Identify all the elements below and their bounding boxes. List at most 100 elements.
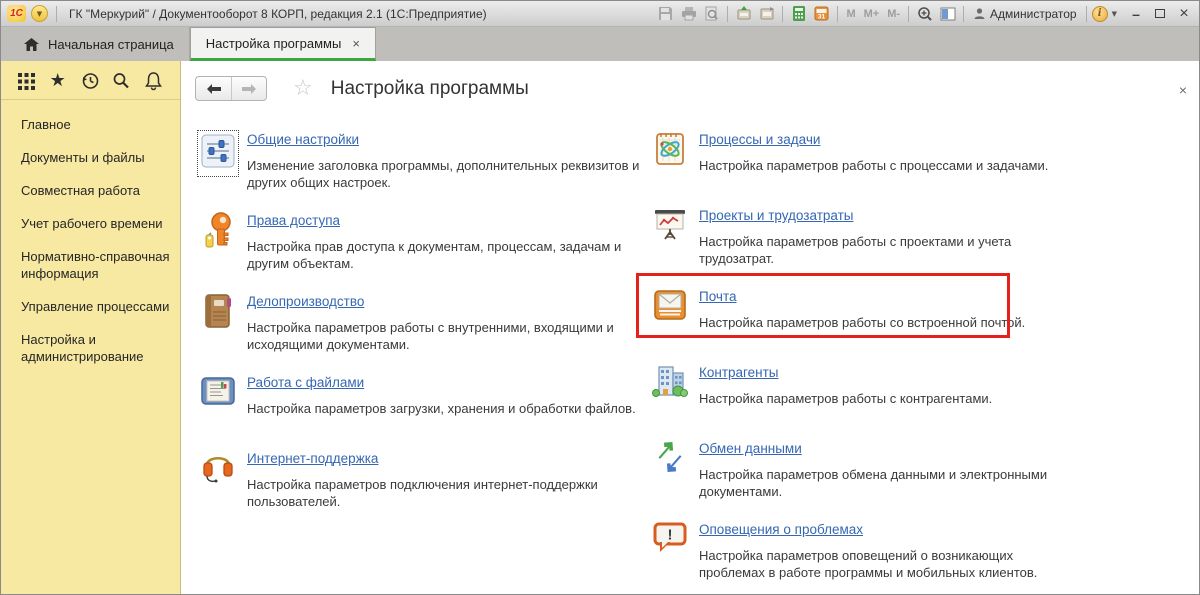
save-icon[interactable] [655, 4, 676, 23]
title-bar: 1С ▼ ГК "Меркурий" / Документооборот 8 К… [1, 1, 1199, 27]
item-icon-box [647, 362, 693, 419]
add-document-icon[interactable] [733, 4, 754, 23]
sliders-icon [201, 134, 235, 168]
memory-minus-button[interactable]: M- [884, 4, 903, 23]
settings-item-projects: Проекты и трудозатраты Настройка парамет… [647, 205, 1087, 267]
access-rights-link[interactable]: Права доступа [247, 213, 340, 228]
sidebar-item-time-tracking[interactable]: Учет рабочего времени [21, 215, 170, 232]
history-icon[interactable] [79, 70, 101, 92]
minimize-button[interactable]: – [1129, 6, 1143, 22]
sidebar-item-documents-files[interactable]: Документы и файлы [21, 149, 170, 166]
print-icon[interactable] [678, 4, 699, 23]
separator [727, 5, 729, 22]
sidebar: ★ Главное Документы и файлы Совместная р… [1, 61, 181, 594]
settings-column-right: Процессы и задачи Настройка параметров р… [636, 129, 1087, 594]
sections-menu-icon[interactable] [15, 70, 37, 92]
memory-plus-button[interactable]: M+ [861, 4, 883, 23]
info-caret-icon[interactable]: ▼ [1110, 10, 1119, 18]
add-to-favorites-star-icon[interactable]: ☆ [293, 77, 313, 100]
problem-alerts-link[interactable]: Оповещения о проблемах [699, 522, 863, 537]
tab-home[interactable]: Начальная страница [9, 27, 190, 61]
internet-support-link[interactable]: Интернет-поддержка [247, 451, 378, 466]
separator [963, 5, 965, 22]
sidebar-item-collaboration[interactable]: Совместная работа [21, 182, 170, 199]
application-window: 1С ▼ ГК "Меркурий" / Документооборот 8 К… [0, 0, 1200, 595]
exchange-arrows-icon [658, 442, 682, 472]
item-icon-box: ! [647, 519, 693, 581]
keys-icon [205, 212, 231, 248]
mail-tray-icon [654, 290, 686, 320]
zoom-in-icon[interactable] [914, 4, 935, 23]
1c-logo-icon: 1С [7, 5, 26, 22]
separator [56, 5, 57, 22]
alert-bubble-icon: ! [653, 522, 687, 552]
tab-close-icon[interactable]: × [350, 36, 360, 51]
sidebar-item-reference-info[interactable]: Нормативно-справочная информация [21, 248, 170, 282]
item-icon-box [647, 129, 693, 186]
recordkeeping-description: Настройка параметров работы с внутренним… [247, 320, 614, 352]
info-button[interactable]: i [1091, 5, 1108, 22]
close-page-icon[interactable]: × [1179, 83, 1187, 97]
calendar-icon[interactable]: 31 [811, 4, 832, 23]
building-icon [652, 366, 688, 397]
back-button[interactable] [196, 77, 231, 100]
settings-column-left: Общие настройки Изменение заголовка прог… [195, 129, 647, 594]
settings-item-files: Работа с файлами Настройка параметров за… [195, 372, 647, 429]
page-header: ☆ Настройка программы [181, 61, 1199, 101]
item-icon-box [647, 205, 693, 267]
maximize-button[interactable] [1153, 7, 1167, 21]
mail-link[interactable]: Почта [699, 289, 737, 304]
separator [782, 5, 784, 22]
print-preview-icon[interactable] [701, 4, 722, 23]
sidebar-item-settings-administration[interactable]: Настройка и администрирование [21, 331, 170, 365]
svg-text:!: ! [668, 527, 673, 544]
separator [1085, 5, 1087, 22]
counterparties-link[interactable]: Контрагенты [699, 365, 779, 380]
settings-content: Общие настройки Изменение заголовка прог… [181, 101, 1199, 594]
headphones-icon [203, 456, 233, 483]
tab-bar: Начальная страница Настройка программы × [1, 27, 1199, 61]
item-icon-box [195, 372, 241, 429]
access-rights-description: Настройка прав доступа к документам, про… [247, 239, 622, 271]
processes-tasks-link[interactable]: Процессы и задачи [699, 132, 820, 147]
settings-item-problem-alerts: ! Оповещения о проблемах Настройка парам… [647, 519, 1087, 581]
settings-item-general: Общие настройки Изменение заголовка прог… [195, 129, 647, 191]
item-icon-box [195, 210, 241, 272]
close-window-button[interactable]: × [1177, 5, 1191, 22]
settings-item-data-exchange: Обмен данными Настройка параметров обмен… [647, 438, 1087, 500]
current-user-button[interactable]: Администратор [973, 7, 1077, 21]
item-icon-box [195, 291, 241, 353]
focus-frame [197, 130, 239, 177]
home-icon [24, 37, 39, 51]
tab-program-settings[interactable]: Настройка программы × [189, 27, 376, 61]
titlebar-toolbar: 31 M M+ M- Администратор i ▼ – × [655, 4, 1191, 23]
sidebar-item-process-management[interactable]: Управление процессами [21, 298, 170, 315]
data-exchange-link[interactable]: Обмен данными [699, 441, 802, 456]
projects-link[interactable]: Проекты и трудозатраты [699, 208, 853, 223]
counterparties-description: Настройка параметров работы с контрагент… [699, 391, 993, 406]
user-name: Администратор [990, 6, 1077, 21]
general-settings-link[interactable]: Общие настройки [247, 132, 359, 147]
main-menu-button[interactable]: ▼ [31, 5, 48, 22]
search-icon[interactable] [110, 70, 132, 92]
problem-alerts-description: Настройка параметров оповещений о возник… [699, 548, 1038, 580]
sidebar-toolbar: ★ [1, 61, 180, 100]
notifications-bell-icon[interactable] [142, 70, 164, 92]
send-document-icon[interactable] [756, 4, 777, 23]
forward-button[interactable] [231, 77, 266, 100]
sidebar-item-main[interactable]: Главное [21, 116, 170, 133]
settings-item-access-rights: Права доступа Настройка прав доступа к д… [195, 210, 647, 272]
memory-recall-button[interactable]: M [843, 4, 858, 23]
recordkeeping-link[interactable]: Делопроизводство [247, 294, 364, 309]
separator [837, 5, 839, 22]
window-title: ГК "Меркурий" / Документооборот 8 КОРП, … [69, 6, 487, 21]
settings-item-internet-support: Интернет-поддержка Настройка параметров … [195, 448, 647, 510]
window-controls: – × [1129, 5, 1191, 22]
files-description: Настройка параметров загрузки, хранения … [247, 401, 636, 416]
favorites-star-icon[interactable]: ★ [47, 70, 69, 92]
split-panels-icon[interactable] [937, 4, 958, 23]
calculator-icon[interactable] [788, 4, 809, 23]
file-tablet-icon [201, 377, 235, 405]
files-link[interactable]: Работа с файлами [247, 375, 364, 390]
tab-label: Начальная страница [48, 36, 174, 52]
